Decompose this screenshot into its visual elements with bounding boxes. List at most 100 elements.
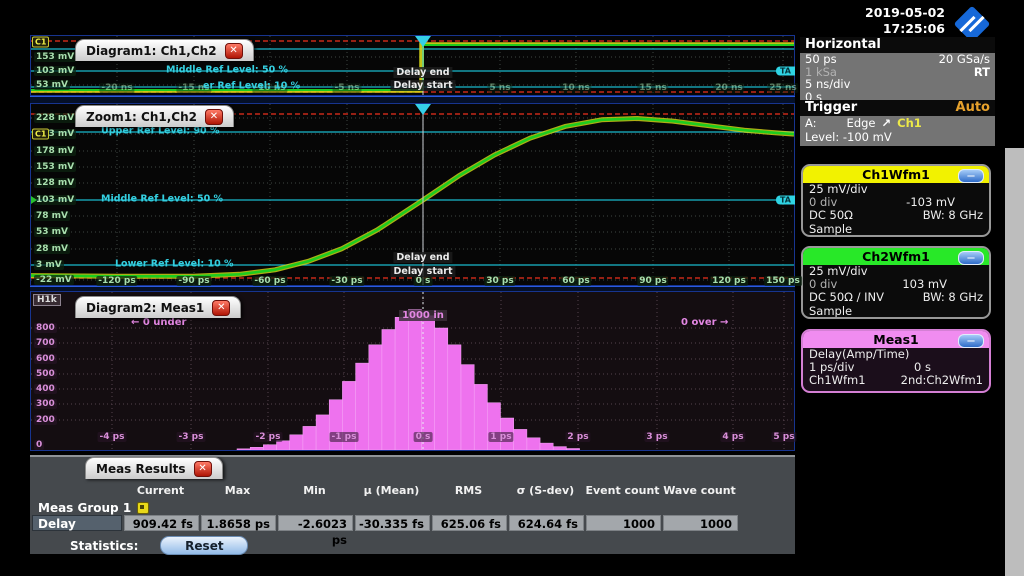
results-column-header: Event count — [584, 484, 661, 498]
c1-channel-badge: C1 — [32, 37, 49, 48]
delay-marker-label: Delay start — [390, 80, 455, 91]
trigger-title: Trigger — [805, 100, 857, 116]
x-tick-label: 150 ps — [764, 276, 802, 286]
results-column-header: Wave count — [661, 484, 738, 498]
hist-x-tick-label: 4 ps — [720, 432, 745, 442]
zoom1-plot[interactable]: 228 mV203 mV178 mV153 mV128 mV103 mV78 m… — [30, 103, 795, 286]
result-value-cell: 1000 — [586, 515, 661, 531]
tab-diagram1-label: Diagram1: Ch1,Ch2 — [86, 44, 217, 58]
y-tick-label: 153 mV — [34, 162, 76, 172]
hist-y-tick-label: 700 — [34, 338, 57, 348]
result-value-cell: 625.06 fs — [432, 515, 507, 531]
ref-level-label: er Ref Level: 10 % — [203, 80, 300, 91]
in-range-count-label: 1000 in — [399, 310, 447, 321]
hist-y-tick-label: 0 — [34, 440, 44, 450]
horizontal-title: Horizontal — [805, 37, 881, 53]
x-tick-label: 10 ns — [560, 83, 591, 93]
minimize-icon[interactable]: — — [958, 334, 984, 348]
results-column-header: σ (S-dev) — [507, 484, 584, 498]
meas-group-source-icon — [137, 502, 149, 514]
signal-box-ch1wfm1[interactable]: Ch1Wfm1 — 25 mV/div 0 div -103 mV DC 50Ω… — [801, 164, 991, 237]
result-value-cell: 1.8658 ps — [201, 515, 276, 531]
minimize-icon[interactable]: — — [958, 169, 984, 183]
hist-x-tick-label: -1 ps — [330, 432, 359, 442]
x-tick-label: -60 ps — [252, 276, 287, 286]
reset-button[interactable]: Reset — [160, 536, 248, 555]
results-header-row: CurrentMaxMinμ (Mean)RMSσ (S-dev)Event c… — [30, 484, 795, 498]
x-tick-label: -120 ps — [96, 276, 137, 286]
hist-x-tick-label: 0 s — [414, 432, 433, 442]
hist-y-tick-label: 300 — [34, 399, 57, 409]
ref-level-label: Middle Ref Level: 50 % — [101, 193, 223, 204]
trigger-panel[interactable]: Trigger Auto A: Edge ↗ Ch1 Level: -100 m… — [800, 100, 995, 146]
statistics-label: Statistics: — [70, 539, 138, 553]
results-column-header: Min — [276, 484, 353, 498]
date-text: 2019-05-02 — [820, 5, 945, 21]
y-tick-label: 3 mV — [34, 260, 64, 270]
hist-y-tick-label: 500 — [34, 369, 57, 379]
ref-level-label: Lower Ref Level: 10 % — [115, 258, 234, 269]
hist-x-tick-label: 1 ps — [488, 432, 513, 442]
x-tick-label: 60 ps — [560, 276, 591, 286]
underflow-count-label: ← 0 under — [131, 317, 186, 328]
close-icon[interactable]: ✕ — [205, 109, 223, 125]
rising-edge-icon: ↗ — [882, 116, 892, 130]
ref-level-label: Upper Ref Level: 90 % — [101, 125, 220, 136]
x-tick-label: -20 ns — [99, 83, 134, 93]
ref-level-label: Middle Ref Level: 50 % — [166, 64, 288, 75]
signal-box-meas1[interactable]: Meas1 — Delay(Amp/Time) 1 ps/div 0 s Ch1… — [801, 329, 991, 393]
ch1wfm1-title: Ch1Wfm1 — [862, 167, 930, 182]
delay-marker-label: Delay end — [393, 67, 452, 78]
meas1-source2: 2nd:Ch2Wfm1 — [901, 374, 983, 387]
tab-meas-results[interactable]: Meas Results ✕ — [85, 457, 223, 479]
tab-zoom1-label: Zoom1: Ch1,Ch2 — [86, 110, 197, 124]
hist-x-tick-label: -4 ps — [98, 432, 127, 442]
trigger-type: Edge — [847, 116, 876, 130]
y-tick-label: 103 mV — [34, 195, 76, 205]
meas1-title: Meas1 — [873, 332, 919, 347]
c1-channel-badge: C1 — [32, 129, 49, 140]
y-tick-label: 78 mV — [34, 211, 70, 221]
minimize-icon[interactable]: — — [958, 251, 984, 265]
close-icon[interactable]: ✕ — [212, 300, 230, 316]
hist-x-tick-label: 3 ps — [644, 432, 669, 442]
hist-x-tick-label: -2 ps — [254, 432, 283, 442]
close-icon[interactable]: ✕ — [225, 43, 243, 59]
y-tick-label: 153 mV — [34, 52, 76, 62]
y-tick-label: 28 mV — [34, 244, 70, 254]
hist-x-tick-label: 5 ps — [771, 432, 796, 442]
x-tick-label: 30 ps — [484, 276, 515, 286]
trigger-source: Ch1 — [897, 116, 922, 130]
y-tick-label: -22 mV — [34, 275, 74, 285]
result-value-cell: 1000 — [663, 515, 738, 531]
y-tick-label: 53 mV — [34, 227, 70, 237]
trigger-a-level-marker: TA — [776, 196, 795, 205]
hist-x-tick-label: -3 ps — [177, 432, 206, 442]
horizontal-panel[interactable]: Horizontal 50 ps 20 GSa/s 1 kSa RT 5 ns/… — [800, 37, 995, 100]
tab-diagram2-label: Diagram2: Meas1 — [86, 301, 204, 315]
overflow-count-label: 0 over → — [681, 317, 728, 328]
result-row-label: Delay — [32, 515, 122, 531]
x-tick-label: -90 ps — [176, 276, 211, 286]
results-column-header: Current — [122, 484, 199, 498]
hist-y-tick-label: 600 — [34, 354, 57, 364]
horizontal-mode: RT — [974, 66, 990, 79]
hist-y-tick-label: 800 — [34, 323, 57, 333]
close-icon[interactable]: ✕ — [194, 461, 212, 477]
y-tick-label: 53 mV — [34, 80, 70, 90]
result-value-cell: 909.42 fs — [124, 515, 199, 531]
meas1-source: Ch1Wfm1 — [809, 374, 866, 387]
y-tick-label: 103 mV — [34, 66, 76, 76]
x-tick-label: 120 ps — [710, 276, 748, 286]
signal-box-ch2wfm1[interactable]: Ch2Wfm1 — 25 mV/div 0 div 103 mV DC 50Ω … — [801, 246, 991, 319]
x-tick-label: -5 ns — [333, 83, 362, 93]
tab-diagram1[interactable]: Diagram1: Ch1,Ch2 ✕ — [75, 39, 254, 61]
time-text: 17:25:06 — [820, 21, 945, 37]
y-tick-label: 128 mV — [34, 178, 76, 188]
ch1-mode: Sample — [809, 223, 852, 236]
tab-diagram2[interactable]: Diagram2: Meas1 ✕ — [75, 296, 241, 318]
side-toolbar-strip — [1005, 148, 1024, 576]
x-tick-label: 25 ns — [767, 83, 798, 93]
histogram-scale-badge: H1k — [33, 294, 61, 306]
tab-zoom1[interactable]: Zoom1: Ch1,Ch2 ✕ — [75, 105, 234, 127]
